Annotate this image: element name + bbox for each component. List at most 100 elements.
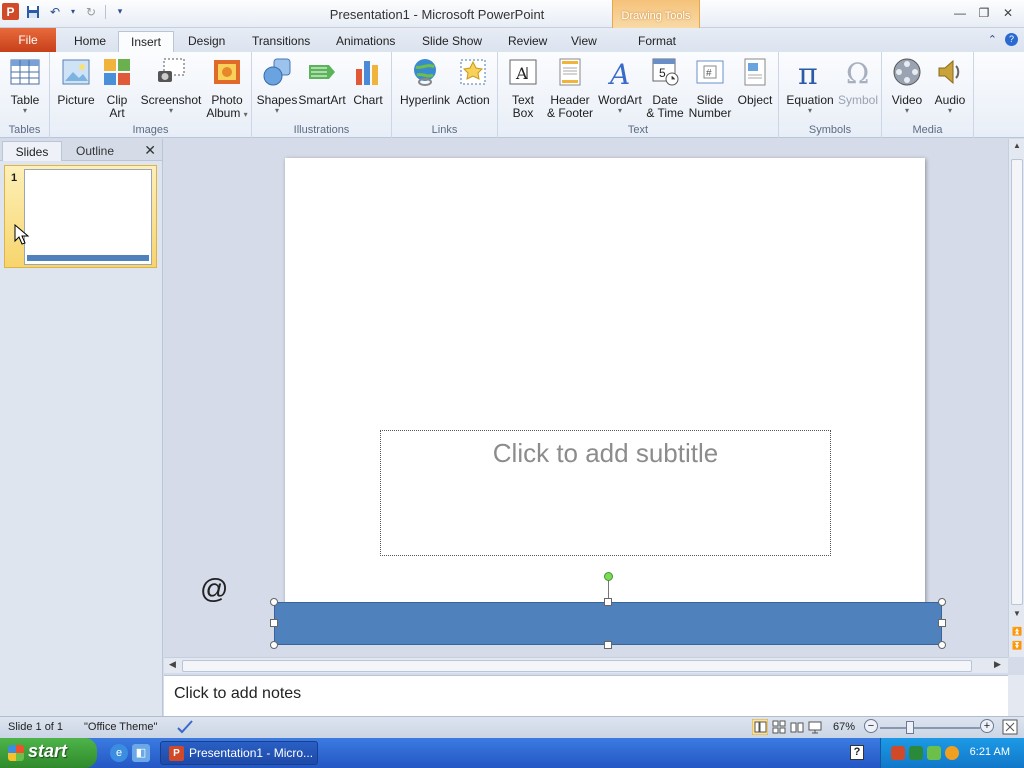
tab-insert[interactable]: Insert [118,31,175,52]
normal-view-icon[interactable] [751,718,769,738]
group-illustrations: Shapes ▾ SmartArt Chart Illustrations [252,52,392,138]
resize-handle-top-right[interactable] [938,598,946,606]
symbol-button[interactable]: Ω Symbol [837,56,879,107]
next-slide-icon[interactable]: ⏬ [1009,641,1024,655]
header-footer-icon [554,56,586,88]
close-pane-icon[interactable]: ✕ [144,142,156,159]
subtitle-placeholder[interactable]: Click to add subtitle [380,430,831,556]
equation-icon: π [794,56,826,88]
slide-sorter-icon[interactable] [772,720,786,737]
slides-pane: Slides Outline ✕ 1 [0,139,163,716]
notes-pane[interactable]: Click to add notes [164,675,1008,716]
tab-design[interactable]: Design [176,31,237,52]
tab-slide-show[interactable]: Slide Show [410,31,494,52]
show-desktop-icon[interactable]: ◧ [132,744,150,762]
tab-transitions[interactable]: Transitions [240,31,322,52]
tab-animations[interactable]: Animations [324,31,407,52]
zoom-slider-thumb[interactable] [906,721,914,734]
resize-handle-top-left[interactable] [270,598,278,606]
hyperlink-icon [409,56,441,88]
vertical-scroll-thumb[interactable] [1011,159,1023,605]
vertical-scrollbar[interactable]: ▲ ▼ ⏫ ⏬ [1008,139,1024,657]
scroll-down-icon[interactable]: ▼ [1009,609,1024,623]
tray-security-icon[interactable] [909,746,923,760]
resize-handle-bottom[interactable] [604,641,612,649]
selected-rectangle-shape[interactable] [274,602,942,645]
fit-slide-icon[interactable] [1002,719,1018,738]
taskbar-powerpoint-window[interactable]: P Presentation1 - Micro... [160,741,318,765]
minimize-icon[interactable]: — [950,4,970,22]
photo-album-label-2: Album [206,106,241,120]
system-tray: 6:21 AM [880,738,1024,768]
slide-editing-area: Click to add subtitle @ [164,139,1008,657]
audio-button[interactable]: Audio ▾ [930,56,970,115]
picture-button[interactable]: Picture [54,56,98,107]
chart-button[interactable]: Chart [348,56,388,107]
horizontal-scrollbar[interactable]: ◀ ▶ [164,657,1008,673]
scroll-left-icon[interactable]: ◀ [169,659,176,670]
video-button[interactable]: Video ▾ [888,56,926,115]
resize-handle-right[interactable] [938,619,946,627]
windows-flag-icon [8,745,24,761]
spell-check-icon[interactable] [176,719,194,738]
start-button[interactable]: start [0,738,97,768]
audio-label: Audio [934,93,966,107]
tab-format[interactable]: Format [626,31,688,52]
reading-view-icon[interactable] [790,720,804,737]
help-icon[interactable]: ? [850,745,864,760]
slide-number-button[interactable]: # Slide Number [686,56,734,120]
clip-art-button[interactable]: Clip Art [100,56,134,120]
action-button[interactable]: Action [452,56,494,107]
hyperlink-button[interactable]: Hyperlink [398,56,452,107]
theme-status[interactable]: "Office Theme" [84,721,157,733]
restore-icon[interactable]: ❐ [974,4,994,22]
zoom-level[interactable]: 67% [833,721,855,733]
clip-art-label-2: Art [109,106,125,120]
resize-handle-bottom-left[interactable] [270,641,278,649]
slide-thumbnail[interactable] [24,169,152,265]
tab-file[interactable]: File [0,28,56,52]
tab-view[interactable]: View [559,31,609,52]
slide-thumbnail-selected[interactable]: 1 [4,165,157,268]
tab-review[interactable]: Review [496,31,559,52]
powerpoint-task-icon: P [169,746,184,761]
object-button[interactable]: Object [734,56,776,107]
resize-handle-top[interactable] [604,598,612,606]
tab-slides[interactable]: Slides [2,141,62,161]
tray-search-icon[interactable] [945,746,959,760]
slide-show-view-icon[interactable] [808,720,822,737]
horizontal-scroll-thumb[interactable] [182,660,972,672]
resize-handle-left[interactable] [270,619,278,627]
slide-canvas[interactable]: Click to add subtitle [285,158,925,639]
scroll-up-icon[interactable]: ▲ [1009,141,1024,155]
wordart-button[interactable]: A WordArt ▾ [596,56,644,115]
previous-slide-icon[interactable]: ⏫ [1009,627,1024,641]
text-box-button[interactable]: A Text Box [504,56,542,120]
internet-explorer-icon[interactable]: e [110,744,128,762]
group-label-illustrations: Illustrations [293,124,350,136]
tab-outline[interactable]: Outline [64,141,126,161]
header-footer-button[interactable]: Header & Footer [544,56,596,120]
minimize-ribbon-icon[interactable]: ⌃ [988,33,997,46]
text-box-label-1: Text [511,93,534,107]
zoom-in-icon[interactable]: + [980,719,994,733]
resize-handle-bottom-right[interactable] [938,641,946,649]
scroll-right-icon[interactable]: ▶ [994,659,1001,670]
zoom-slider[interactable] [880,727,980,729]
close-icon[interactable]: ✕ [998,4,1018,22]
windows-taskbar: start e ◧ P Presentation1 - Micro... ? 6… [0,738,1024,768]
smartart-button[interactable]: SmartArt [298,56,346,107]
screenshot-button[interactable]: Screenshot ▾ [138,56,204,115]
shapes-button[interactable]: Shapes ▾ [256,56,298,115]
tray-network-icon[interactable] [891,746,905,760]
rotation-handle[interactable] [604,572,613,581]
table-button[interactable]: Table ▾ [4,56,46,115]
tray-update-icon[interactable] [927,746,941,760]
date-time-button[interactable]: 5 Date & Time [644,56,686,120]
photo-album-button[interactable]: Photo Album ▾ [204,56,250,121]
tab-home[interactable]: Home [62,31,118,52]
notes-scrollbar[interactable] [1008,675,1024,716]
equation-button[interactable]: π Equation ▾ [783,56,837,115]
help-icon[interactable]: ? [1005,33,1018,46]
zoom-out-icon[interactable]: − [864,719,878,733]
